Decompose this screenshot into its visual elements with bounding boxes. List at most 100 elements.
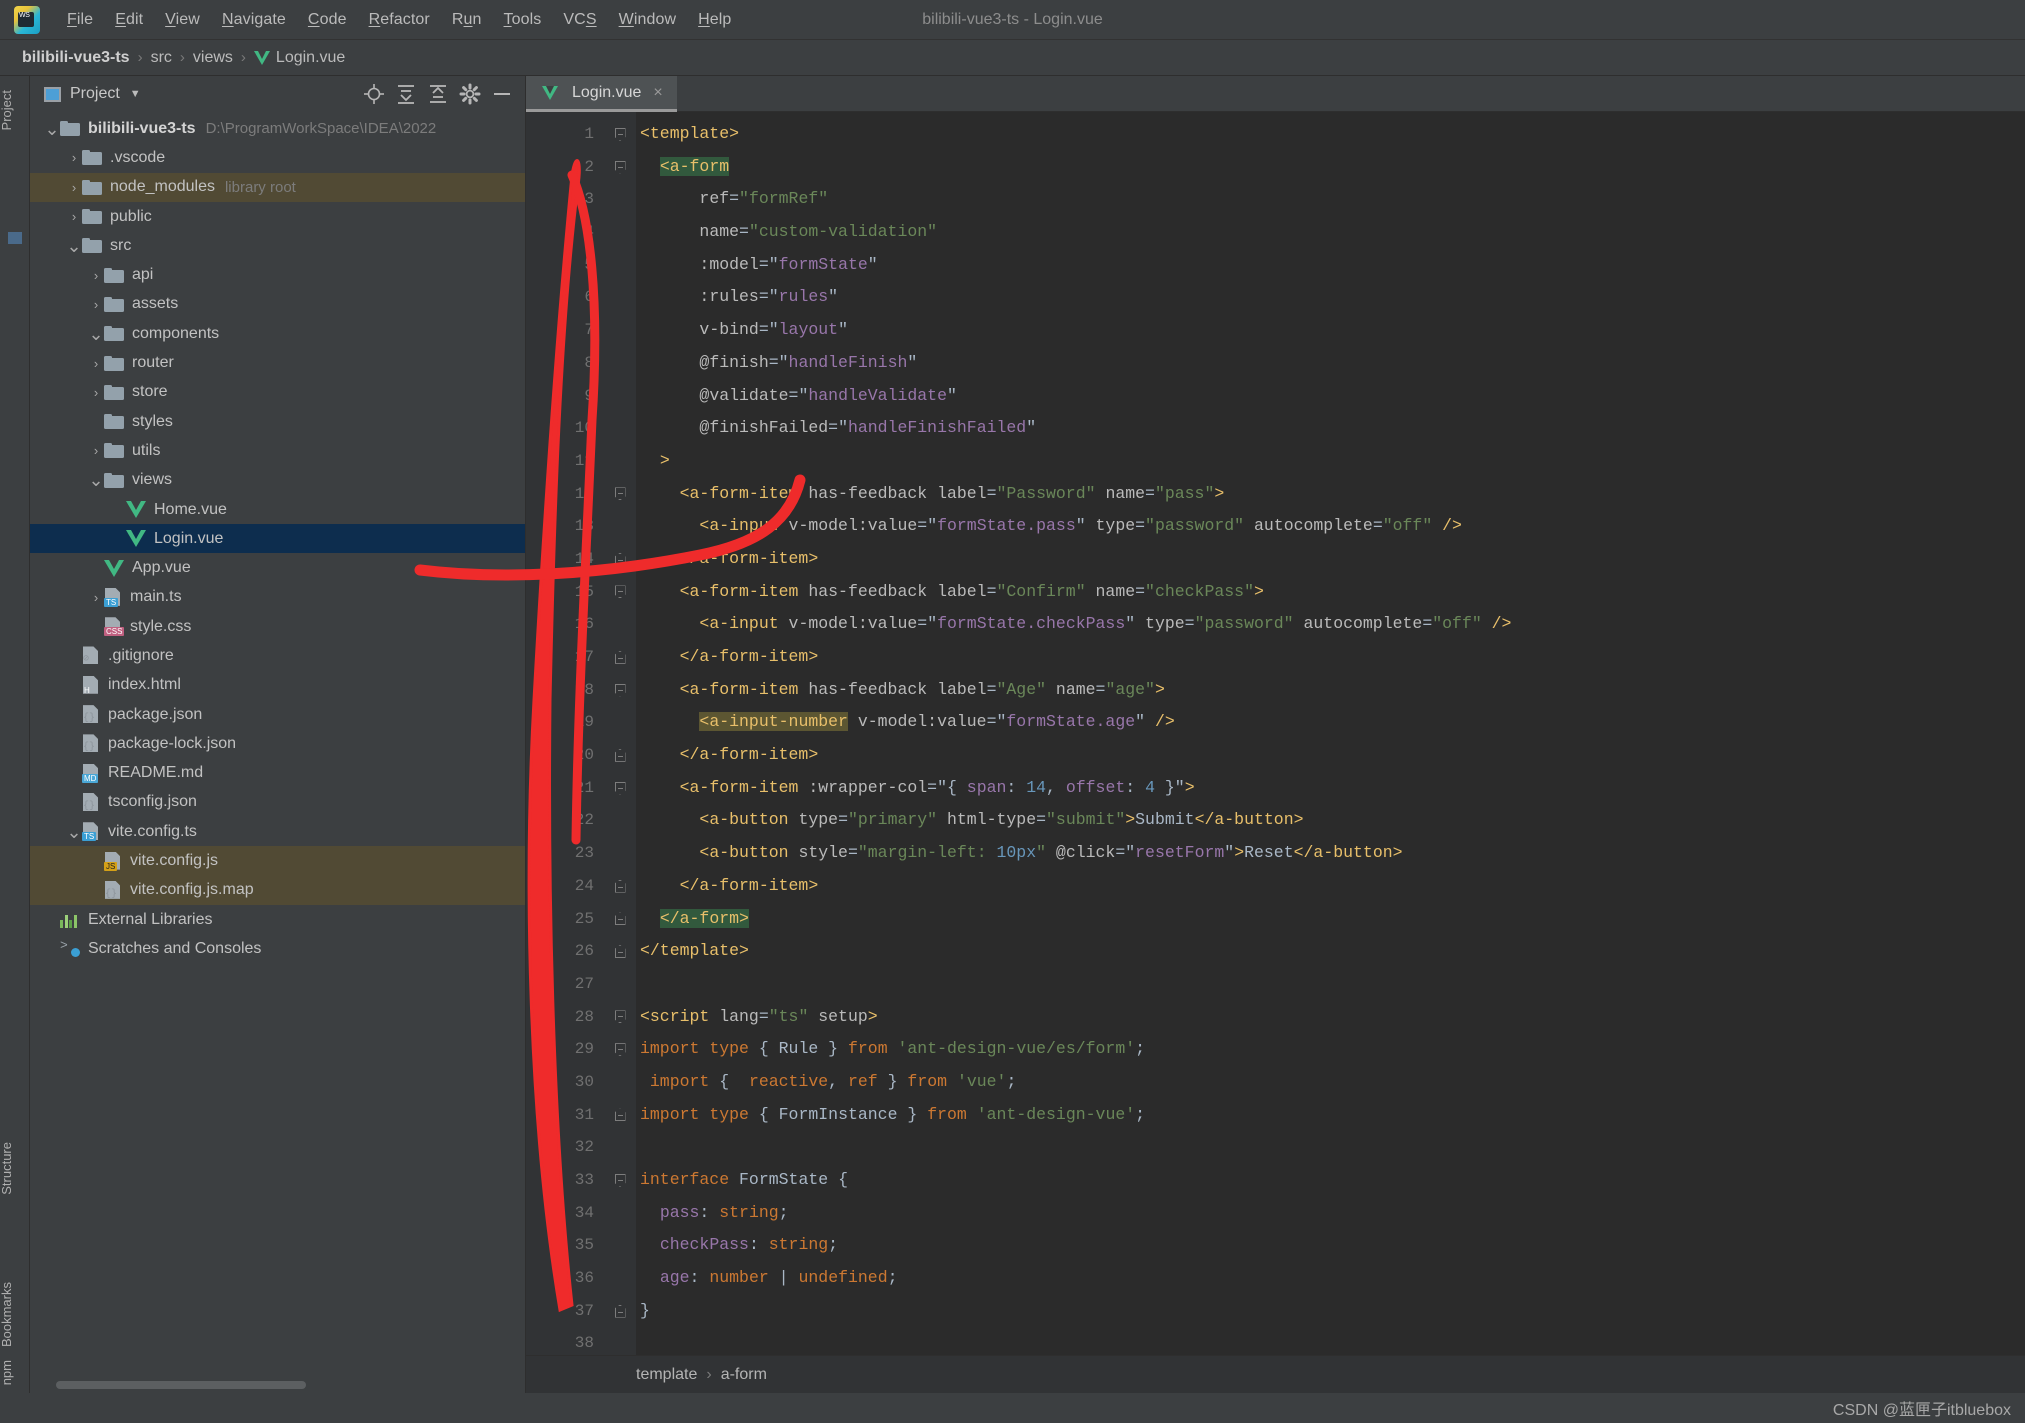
fold-close-icon[interactable] [614,945,626,959]
menu-item-navigate[interactable]: Navigate [211,8,297,32]
chevron-down-icon[interactable]: ⌄ [66,237,82,255]
fold-open-icon[interactable] [614,585,626,599]
tree-item-style-css[interactable]: CSS style.css [30,612,525,641]
fold-close-icon[interactable] [614,1304,626,1318]
menu-item-vcs[interactable]: VCS [552,8,607,32]
code-editor[interactable]: 1 2 3 4 5 6 7 8 9 10 11 12 13 14 15 16 17 18 19 20 21 22 23 24 2… [526,112,2025,1355]
chevron-right-icon[interactable]: › [88,268,104,283]
fold-close-icon[interactable] [614,879,626,893]
tree-item-node-modules[interactable]: › node_modules library root [30,172,525,202]
breadcrumb-views[interactable]: views [193,49,233,67]
tree-item-package-lock-json[interactable]: {} package-lock.json [30,729,525,758]
tree-item-utils[interactable]: › utils [30,436,525,465]
menu-item-edit[interactable]: Edit [104,8,154,32]
settings-gear-icon[interactable] [457,81,483,107]
menu-item-code[interactable]: Code [297,8,358,32]
menu-item-file[interactable]: File [56,8,104,32]
breadcrumb-project[interactable]: bilibili-vue3-ts [22,49,130,67]
fold-close-icon[interactable] [614,650,626,664]
fold-open-icon[interactable] [614,1173,626,1187]
fold-close-icon[interactable] [614,912,626,926]
stripe-button-structure[interactable]: Structure [0,1136,29,1201]
tree-item-assets[interactable]: › assets [30,290,525,319]
chevron-right-icon[interactable]: › [88,297,104,312]
tree-item-home-vue[interactable]: Home.vue [30,495,525,524]
tree-item-vite-config-ts[interactable]: ⌄ TS vite.config.ts [30,817,525,846]
chevron-right-icon[interactable]: › [66,209,82,224]
chevron-down-icon[interactable]: ▼ [130,88,141,100]
tree-item-public[interactable]: › public [30,202,525,231]
commit-icon[interactable] [8,232,22,244]
tree-item-vite-config-js-map[interactable]: {} vite.config.js.map [30,875,525,906]
stripe-button-bookmarks[interactable]: Bookmarks [0,1276,29,1353]
locate-icon[interactable] [361,81,387,107]
fold-marker[interactable] [604,576,636,609]
tree-item-store[interactable]: › store [30,378,525,407]
chevron-right-icon[interactable]: › [88,385,104,400]
expand-all-icon[interactable] [393,81,419,107]
fold-open-icon[interactable] [614,1043,626,1057]
fold-marker[interactable] [604,118,636,151]
fold-marker[interactable] [604,478,636,511]
tree-item-index-html[interactable]: Hindex.html [30,671,525,700]
project-file-tree[interactable]: ⌄ bilibili-vue3-ts D:\ProgramWorkSpace\IDE… [30,112,525,1393]
chevron-right-icon[interactable]: › [88,356,104,371]
fold-marker[interactable] [604,641,636,674]
fold-marker[interactable] [604,1001,636,1034]
fold-close-icon[interactable] [614,1108,626,1122]
collapse-all-icon[interactable] [425,81,451,107]
fold-marker[interactable] [604,1033,636,1066]
tree-item-views[interactable]: ⌄ views [30,466,525,495]
chevron-right-icon[interactable]: › [88,590,104,605]
editor-breadcrumb-aform[interactable]: a-form [721,1366,767,1384]
chevron-down-icon[interactable]: ⌄ [88,325,104,343]
fold-open-icon[interactable] [614,683,626,697]
tree-item-tsconfig-json[interactable]: {} tsconfig.json [30,788,525,817]
tree-item-external-libraries[interactable]: External Libraries [30,905,525,934]
tree-item-components[interactable]: ⌄ components [30,319,525,348]
fold-marker[interactable] [604,1164,636,1197]
menu-item-window[interactable]: Window [608,8,688,32]
tree-item-styles[interactable]: styles [30,407,525,436]
menu-item-view[interactable]: View [154,8,211,32]
fold-open-icon[interactable] [614,781,626,795]
fold-open-icon[interactable] [614,487,626,501]
code-folding-gutter[interactable] [604,112,636,1355]
fold-marker[interactable] [604,935,636,968]
tree-item-bilibili-vue3-ts[interactable]: ⌄ bilibili-vue3-ts D:\ProgramWorkSpace\IDE… [30,114,525,143]
hide-panel-icon[interactable] [489,81,515,107]
tree-item-src[interactable]: ⌄ src [30,231,525,260]
tree-item--gitignore[interactable]: ⊘ .gitignore [30,641,525,670]
menu-item-run[interactable]: Run [441,8,493,32]
fold-marker[interactable] [604,903,636,936]
chevron-right-icon[interactable]: › [66,180,82,195]
chevron-down-icon[interactable]: ⌄ [66,823,82,841]
fold-marker[interactable] [604,739,636,772]
source-code-text[interactable]: <template> <a-form ref="formRef" name="c… [636,112,2025,1355]
fold-open-icon[interactable] [614,1010,626,1024]
tree-item-package-json[interactable]: {} package.json [30,700,525,729]
fold-marker[interactable] [604,1295,636,1328]
fold-marker[interactable] [604,151,636,184]
fold-open-icon[interactable] [614,160,626,174]
fold-marker[interactable] [604,674,636,707]
tree-item-router[interactable]: › router [30,348,525,377]
tree-item-app-vue[interactable]: App.vue [30,553,525,582]
fold-close-icon[interactable] [614,552,626,566]
fold-close-icon[interactable] [614,748,626,762]
stripe-button-npm[interactable]: npm [0,1354,29,1391]
editor-tab-login-vue[interactable]: Login.vue × [526,76,677,112]
fold-open-icon[interactable] [614,127,626,141]
menu-item-refactor[interactable]: Refactor [358,8,441,32]
fold-marker[interactable] [604,1099,636,1132]
chevron-right-icon[interactable]: › [88,443,104,458]
chevron-right-icon[interactable]: › [66,150,82,165]
tree-item-api[interactable]: › api [30,260,525,289]
breadcrumb-file[interactable]: Login.vue [276,49,345,67]
chevron-down-icon[interactable]: ⌄ [88,471,104,489]
fold-marker[interactable] [604,543,636,576]
tree-item-vite-config-js[interactable]: JS vite.config.js [30,846,525,876]
fold-marker[interactable] [604,870,636,903]
tree-item-main-ts[interactable]: › TS main.ts [30,583,525,612]
tree-item-login-vue[interactable]: Login.vue [30,524,525,554]
